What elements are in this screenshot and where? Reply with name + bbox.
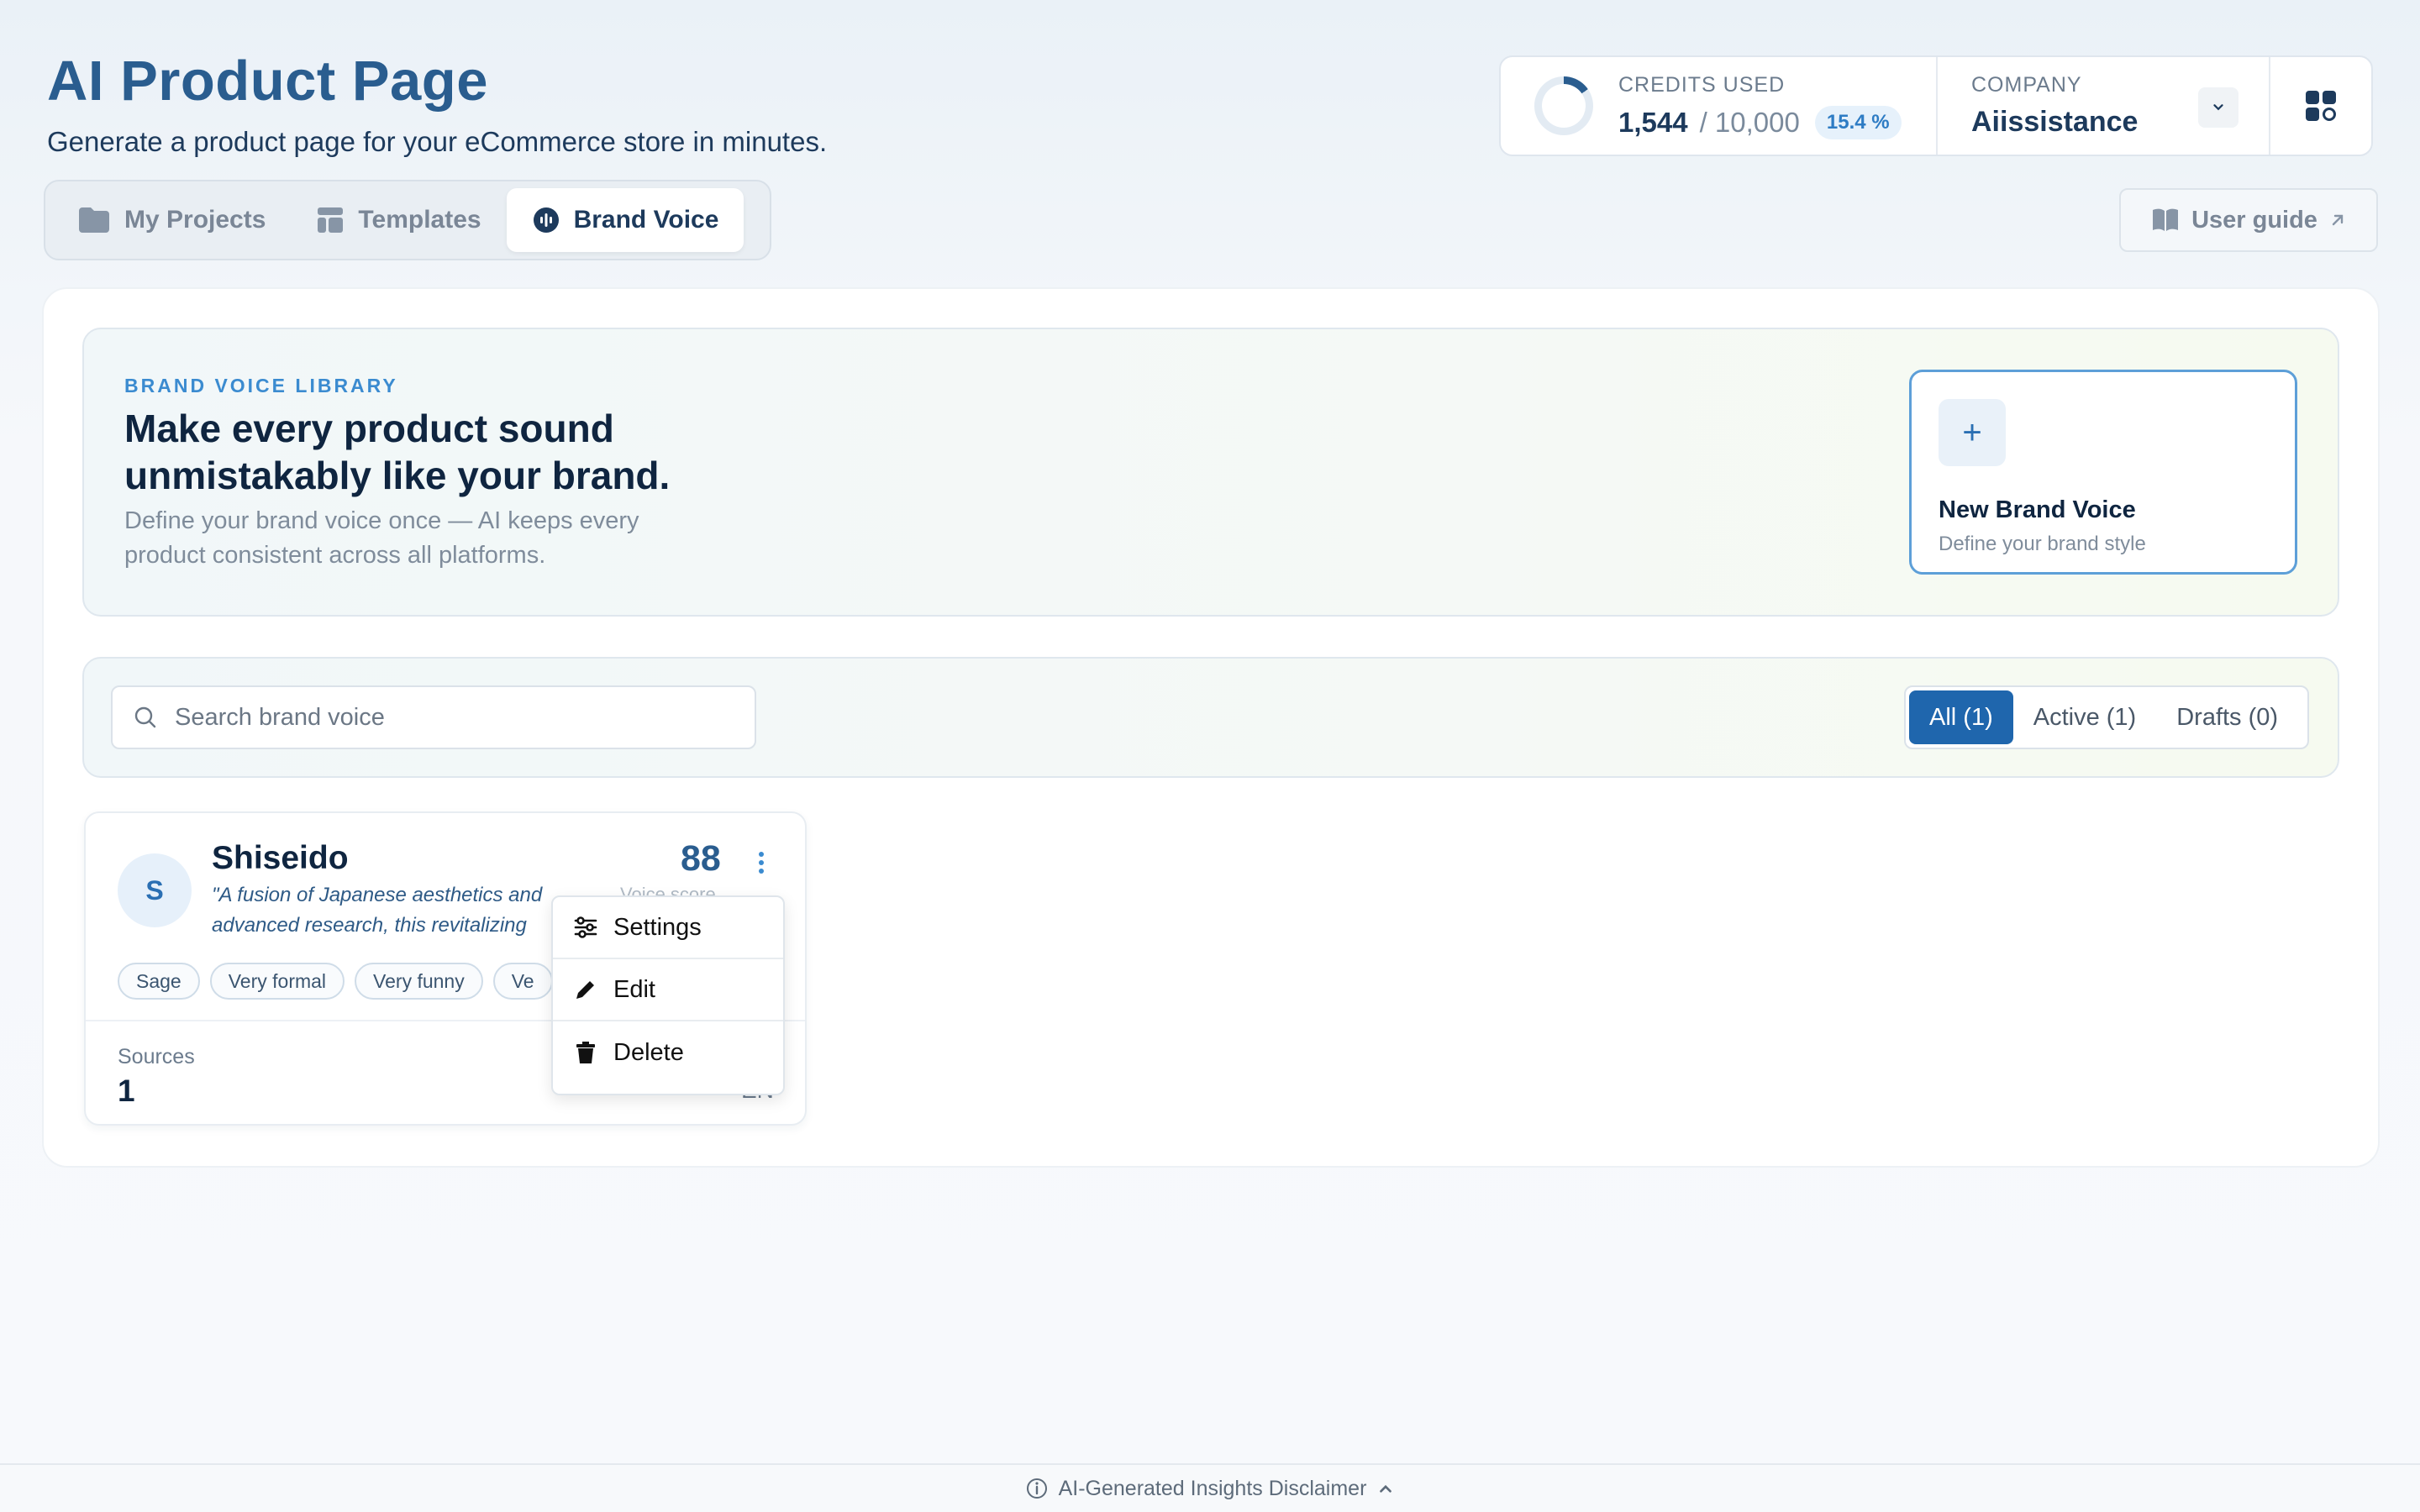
brand-quote-line: advanced research, this revitalizing [212,914,527,937]
hero-heading-line: unmistakably like your brand. [124,454,671,497]
template-icon [318,207,344,233]
hero-description: Define your brand voice once — AI keeps … [124,504,639,573]
credits-used: 1,544 [1618,106,1688,138]
menu-item-delete[interactable]: Delete [553,1021,783,1084]
user-guide-label: User guide [2191,206,2317,234]
book-icon [2153,208,2179,231]
search-icon [134,706,156,728]
filter-all[interactable]: All (1) [1909,690,2013,744]
new-brand-voice-card[interactable]: + New Brand Voice Define your brand styl… [1909,370,2297,575]
sliders-icon [574,916,597,938]
card-context-menu: Settings Edit Delete [551,895,785,1095]
filter-active[interactable]: Active (1) [2013,690,2156,744]
pencil-icon [576,981,594,999]
menu-item-settings[interactable]: Settings [553,897,783,959]
tab-my-projects[interactable]: My Projects [52,188,291,252]
voice-score: 88 [681,838,721,879]
voice-icon [533,207,559,233]
apps-button[interactable] [2270,57,2371,155]
credits-percent-badge: 15.4 % [1814,105,1902,139]
brand-quote: "A fusion of Japanese aesthetics and adv… [212,880,581,941]
tab-templates-label: Templates [358,206,481,234]
hero-tag: BRAND VOICE LIBRARY [124,375,398,396]
more-options-button[interactable] [753,850,770,879]
credits-progress-ring [1534,76,1593,135]
disclaimer-footer[interactable]: AI-Generated Insights Disclaimer [0,1463,2420,1512]
tab-brand-voice-label: Brand Voice [573,206,719,234]
hero-description-line: product consistent across all platforms. [124,542,546,569]
disclaimer-label: AI-Generated Insights Disclaimer [1058,1476,1367,1500]
company-section[interactable]: COMPANY Aiissistance [1938,57,2270,155]
menu-item-delete-label: Delete [613,1038,684,1066]
page-subtitle: Generate a product page for your eCommer… [47,126,828,157]
sources-count: 1 [118,1074,135,1108]
tab-templates[interactable]: Templates [291,188,506,252]
tone-tag: Sage [118,963,200,1000]
tab-brand-voice[interactable]: Brand Voice [506,188,744,252]
company-dropdown-button[interactable] [2198,87,2238,128]
brand-name: Shiseido [212,840,349,876]
plus-icon: + [1939,399,2006,466]
user-guide-button[interactable]: User guide [2119,188,2378,252]
trash-icon [576,1042,595,1063]
sources-label: Sources [118,1045,195,1068]
tone-tag: Very formal [209,963,345,1000]
tone-tags: Sage Very formal Very funny Ve [118,963,553,1000]
new-brand-voice-subtitle: Define your brand style [1939,533,2146,555]
external-link-icon [2332,214,2344,226]
menu-item-edit[interactable]: Edit [553,959,783,1021]
tone-tag: Very funny [355,963,483,1000]
page-title: AI Product Page [47,50,488,113]
info-icon [1026,1478,1047,1499]
main-tabs: My Projects Templates Brand Voice [44,180,771,260]
menu-item-edit-label: Edit [613,975,655,1003]
hero-description-line: Define your brand voice once — AI keeps … [124,507,639,534]
avatar: S [118,853,192,927]
credits-widget: CREDITS USED 1,544 / 10,000 15.4 % COMPA… [1499,55,2373,156]
credits-label: CREDITS USED [1618,72,1786,97]
apps-grid-icon [2306,91,2336,121]
status-filter: All (1) Active (1) Drafts (0) [1904,685,2309,749]
hero-heading-line: Make every product sound [124,407,614,450]
chevron-up-icon [1380,1484,1392,1493]
new-brand-voice-title: New Brand Voice [1939,496,2136,523]
credits-section: CREDITS USED 1,544 / 10,000 15.4 % [1501,57,1938,155]
menu-item-settings-label: Settings [613,913,702,941]
tone-tag: Ve [492,963,553,1000]
folder-icon [79,207,109,233]
tab-my-projects-label: My Projects [124,206,266,234]
brand-quote-line: "A fusion of Japanese aesthetics and [212,884,543,906]
kebab-menu-icon [759,852,764,874]
chevron-down-icon [2213,104,2223,111]
hero-heading: Make every product sound unmistakably li… [124,405,670,499]
credits-total: / 10,000 [1699,106,1800,138]
filter-drafts[interactable]: Drafts (0) [2156,690,2298,744]
search-input[interactable] [175,703,713,732]
search-box[interactable] [111,685,756,749]
